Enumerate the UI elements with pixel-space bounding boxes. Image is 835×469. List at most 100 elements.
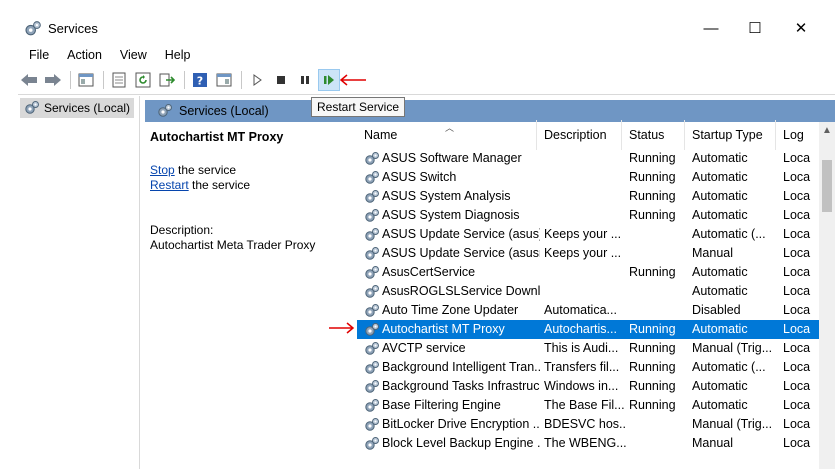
service-log-on-as: Loca: [783, 322, 811, 336]
service-status: Running: [629, 265, 676, 279]
service-status: Running: [629, 360, 676, 374]
red-arrow-annotation-icon: [339, 74, 366, 86]
menu-file[interactable]: File: [20, 46, 58, 66]
service-log-on-as: Loca: [783, 246, 811, 260]
table-row[interactable]: AsusROGLSLService Downl... Automatic Loca: [357, 282, 819, 301]
service-description: Keeps your ...: [544, 246, 622, 260]
service-name-cell: BitLocker Drive Encryption ...: [364, 415, 540, 434]
service-name: Base Filtering Engine: [382, 398, 501, 412]
forward-arrow-icon[interactable]: [42, 69, 64, 91]
table-row-selected[interactable]: Autochartist MT Proxy Autochartis... Runni…: [357, 320, 819, 339]
service-name-cell: ASUS Software Manager: [364, 149, 540, 168]
table-row[interactable]: AVCTP service This is Audi... Running Manua…: [357, 339, 819, 358]
table-row[interactable]: Background Intelligent Tran... Transfers …: [357, 358, 819, 377]
start-service-icon[interactable]: [246, 69, 268, 91]
service-name: AsusCertService: [382, 265, 476, 279]
pause-service-icon[interactable]: [294, 69, 316, 91]
services-gear-icon: [24, 100, 40, 116]
properties-icon[interactable]: [108, 69, 130, 91]
service-startup-type: Disabled: [692, 303, 741, 317]
stop-service-icon[interactable]: [270, 69, 292, 91]
table-row[interactable]: BitLocker Drive Encryption ... BDESVC hos…: [357, 415, 819, 434]
scrollbar-thumb[interactable]: [822, 160, 832, 212]
show-hide-action-pane-icon[interactable]: [213, 69, 235, 91]
service-name-cell: ASUS Switch: [364, 168, 540, 187]
service-status: [629, 415, 687, 434]
pane-header-title: Services (Local): [179, 104, 269, 118]
service-log-on-as: Loca: [783, 379, 811, 393]
table-row[interactable]: ASUS System Diagnosis Running Automatic Loc…: [357, 206, 819, 225]
stop-service-link[interactable]: Stop: [150, 163, 175, 177]
service-startup-type: Automatic: [692, 265, 748, 279]
scroll-up-icon[interactable]: ▲: [819, 122, 835, 138]
toolbar-separator: [184, 71, 185, 89]
restart-action-line: Restart the service: [150, 178, 250, 192]
service-name: ASUS System Diagnosis: [382, 208, 520, 222]
service-log-on-as: Loca: [783, 417, 811, 431]
table-row[interactable]: Auto Time Zone Updater Automatica... Disab…: [357, 301, 819, 320]
service-name: AsusROGLSLService Downl...: [382, 284, 540, 298]
service-status: [629, 225, 687, 244]
column-header-status[interactable]: Status: [622, 120, 685, 150]
table-row[interactable]: ASUS Update Service (asus) Keeps your ...…: [357, 225, 819, 244]
service-name: Block Level Backup Engine ...: [382, 436, 540, 450]
restart-service-link[interactable]: Restart: [150, 178, 189, 192]
sort-ascending-icon: ︿: [445, 123, 455, 133]
menu-action[interactable]: Action: [58, 46, 111, 66]
service-description: [544, 206, 626, 225]
restart-action-suffix: the service: [188, 178, 251, 192]
service-name: AVCTP service: [382, 341, 466, 355]
column-header-description[interactable]: Description: [537, 120, 622, 150]
services-window: Services — ☐ ✕ File Action View Help ? S…: [0, 0, 835, 469]
service-name: ASUS Update Service (asus): [382, 227, 540, 241]
table-row[interactable]: ASUS System Analysis Running Automatic Loca: [357, 187, 819, 206]
table-row[interactable]: Block Level Backup Engine ... The WBENG..…: [357, 434, 819, 453]
service-status: Running: [629, 170, 676, 184]
table-row[interactable]: ASUS Software Manager Running Automatic Loc…: [357, 149, 819, 168]
service-description: Windows in...: [544, 379, 619, 393]
column-header-startup-type[interactable]: Startup Type: [685, 120, 776, 150]
menu-view[interactable]: View: [111, 46, 156, 66]
service-log-on-as: Loca: [783, 265, 811, 279]
service-startup-type: Automatic: [692, 170, 748, 184]
refresh-icon[interactable]: [132, 69, 154, 91]
service-gear-icon: [364, 417, 380, 433]
description-value: Autochartist Meta Trader Proxy: [150, 238, 316, 252]
table-row[interactable]: Base Filtering Engine The Base Fil... Runn…: [357, 396, 819, 415]
service-gear-icon: [364, 436, 380, 452]
export-list-icon[interactable]: [156, 69, 178, 91]
service-status: Running: [629, 341, 676, 355]
service-gear-icon: [364, 322, 380, 338]
tree-item-services-local[interactable]: Services (Local): [20, 98, 134, 118]
table-row[interactable]: AsusCertService Running Automatic Loca: [357, 263, 819, 282]
vertical-scrollbar[interactable]: ▲: [819, 122, 835, 469]
service-status: Running: [629, 189, 676, 203]
service-description: Keeps your ...: [544, 227, 622, 241]
minimize-button[interactable]: —: [688, 14, 734, 42]
show-hide-console-tree-icon[interactable]: [75, 69, 97, 91]
service-startup-type: Automatic: [692, 379, 748, 393]
column-header-log-on-as[interactable]: Log: [776, 120, 819, 150]
service-startup-type: Automatic (...: [692, 360, 766, 374]
service-gear-icon: [364, 170, 380, 186]
back-arrow-icon[interactable]: [18, 69, 40, 91]
column-header-name[interactable]: Name ︿: [357, 120, 537, 150]
maximize-button[interactable]: ☐: [732, 14, 778, 42]
table-row[interactable]: Background Tasks Infrastruc... Windows in…: [357, 377, 819, 396]
restart-service-icon[interactable]: [318, 69, 340, 91]
service-name: Autochartist MT Proxy: [382, 322, 505, 336]
close-button[interactable]: ✕: [778, 14, 824, 42]
stop-action-suffix: the service: [174, 163, 237, 177]
selected-service-title: Autochartist MT Proxy: [150, 130, 284, 144]
restart-service-tooltip: Restart Service: [311, 97, 406, 117]
table-row[interactable]: ASUS Update Service (asusm) Keeps your ..…: [357, 244, 819, 263]
menu-help[interactable]: Help: [156, 46, 200, 66]
help-icon[interactable]: ?: [189, 69, 211, 91]
table-row[interactable]: ASUS Switch Running Automatic Loca: [357, 168, 819, 187]
service-status: [629, 434, 687, 453]
service-log-on-as: Loca: [783, 170, 811, 184]
service-name-cell: AsusROGLSLService Downl...: [364, 282, 540, 301]
service-name-cell: AVCTP service: [364, 339, 540, 358]
service-description: Autochartis...: [544, 322, 617, 336]
service-log-on-as: Loca: [783, 189, 811, 203]
